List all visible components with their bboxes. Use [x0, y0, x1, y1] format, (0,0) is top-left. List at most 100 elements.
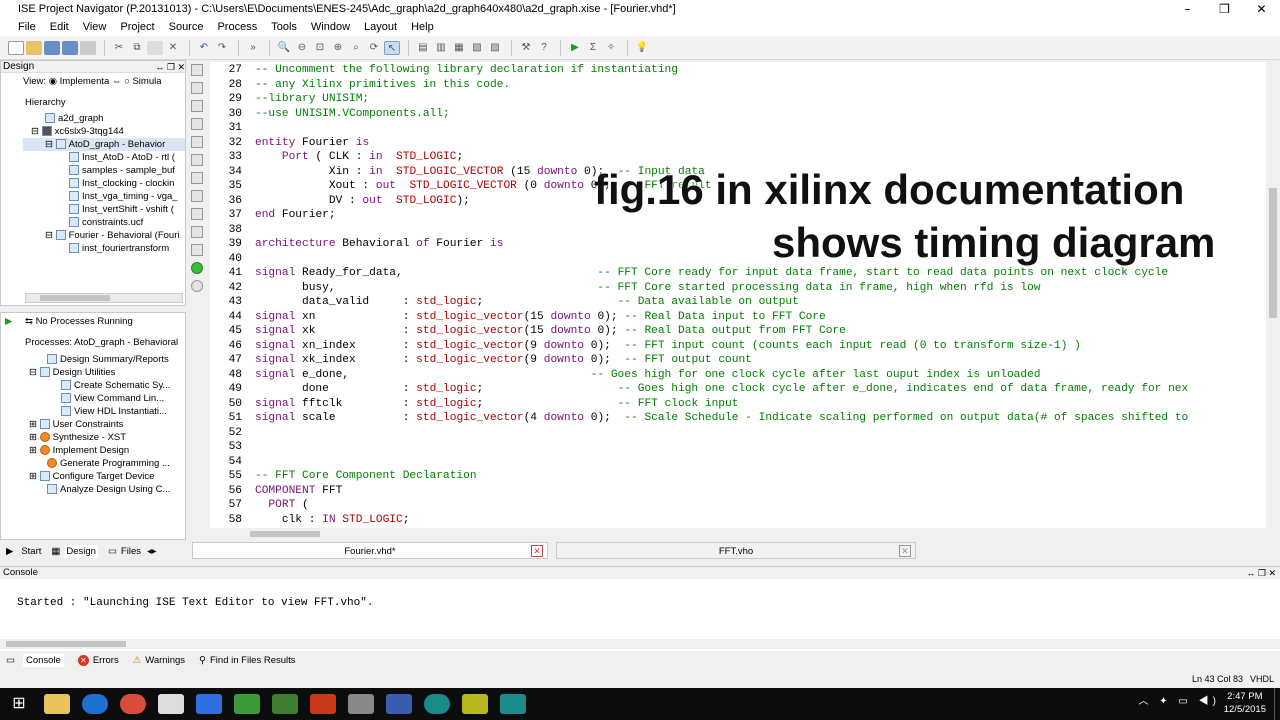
start-icon[interactable]: ⊞ — [6, 694, 32, 714]
layout4-icon[interactable]: ▧ — [469, 41, 485, 55]
probe-icon[interactable]: ✧ — [603, 41, 619, 55]
tab-warnings[interactable]: Warnings — [145, 655, 185, 666]
tab-start[interactable]: Start — [21, 546, 41, 557]
tree-item[interactable]: Inst_AtoD - AtoD - rtl ( — [23, 151, 185, 164]
tab-scroll-icon[interactable]: ◂▸ — [147, 546, 157, 557]
menu-layout[interactable]: Layout — [364, 21, 397, 33]
editor-tool-icon[interactable] — [191, 64, 203, 76]
scrollbar-thumb[interactable] — [40, 295, 110, 301]
tree-item[interactable]: a2d_graph — [23, 112, 185, 125]
code-line[interactable]: signal xn_index : std_logic_vector(9 dow… — [255, 340, 1081, 352]
spreadsheet-icon[interactable] — [234, 694, 260, 714]
copy-icon[interactable]: ⧉ — [129, 41, 145, 55]
refresh-icon[interactable]: ⟳ — [366, 41, 382, 55]
tab-design[interactable]: Design — [64, 544, 98, 558]
code-editor[interactable]: 27 -- Uncomment the following library dec… — [210, 62, 1266, 528]
clock[interactable]: 2:47 PM 12/5/2015 — [1224, 690, 1266, 716]
code-line[interactable]: end Fourier; — [255, 209, 336, 221]
editor-vertical-scrollbar[interactable] — [1266, 62, 1280, 528]
system-tray-icons[interactable]: ︿ ✦ ▭ ◀) — [1139, 692, 1221, 707]
editor-tool-icon[interactable] — [191, 82, 203, 94]
menu-file[interactable]: File — [18, 21, 36, 33]
ise-icon[interactable] — [462, 694, 488, 714]
collapse-icon[interactable]: ⊟ — [31, 126, 39, 137]
zoom-out-icon[interactable]: ⊖ — [294, 41, 310, 55]
dropbox-icon[interactable] — [196, 694, 222, 714]
document-icon[interactable] — [158, 694, 184, 714]
app-icon[interactable] — [500, 694, 526, 714]
process-item[interactable]: Generate Programming ... — [25, 457, 185, 470]
maximize-button[interactable]: ❐ — [1206, 0, 1243, 18]
menu-tools[interactable]: Tools — [271, 21, 297, 33]
editor-tool-icon[interactable] — [191, 226, 203, 238]
scrollbar-thumb[interactable] — [6, 641, 126, 647]
tree-item[interactable]: inst_fouriertransform — [23, 242, 185, 255]
run-icon[interactable]: ▶ — [5, 316, 12, 327]
scrollbar-thumb[interactable] — [1269, 188, 1277, 318]
code-line[interactable]: done : std_logic; -- Goes high one clock… — [255, 383, 1188, 395]
save-all-icon[interactable] — [62, 40, 78, 55]
expand-icon[interactable]: ⊞ — [29, 419, 37, 430]
tab-find-in-files[interactable]: Find in Files Results — [210, 655, 296, 666]
tree-item[interactable]: Inst_vga_timing - vga_ — [23, 190, 185, 203]
lightbulb-icon[interactable]: 💡 — [634, 41, 650, 55]
code-line[interactable]: --use UNISIM.VComponents.all; — [255, 108, 450, 120]
edge-icon[interactable] — [82, 694, 108, 714]
settings-icon[interactable]: ⚒ — [518, 41, 534, 55]
tree-item[interactable]: ⊟ Fourier - Behavioral (Fouri — [23, 229, 185, 242]
process-item[interactable]: ⊞ Configure Target Device — [25, 470, 185, 483]
radio-simulation[interactable]: ○ — [124, 76, 130, 87]
redo-icon[interactable]: ↷ — [214, 41, 230, 55]
editor-horizontal-scrollbar[interactable] — [210, 528, 1266, 540]
layout2-icon[interactable]: ▥ — [433, 41, 449, 55]
process-item[interactable]: View HDL Instantiati... — [25, 405, 185, 418]
process-item[interactable]: Create Schematic Sy... — [25, 379, 185, 392]
save-icon[interactable] — [44, 40, 60, 55]
zoom-in-icon[interactable]: ⊕ — [330, 41, 346, 55]
expand-icon[interactable]: ⊞ — [29, 471, 37, 482]
layout-icon[interactable]: ▤ — [415, 41, 431, 55]
code-line[interactable]: Port ( CLK : in STD_LOGIC; — [255, 151, 463, 163]
editor-tool-icon[interactable] — [191, 172, 203, 184]
code-line[interactable]: -- Uncomment the following library decla… — [255, 64, 678, 76]
code-line[interactable]: DV : out STD_LOGIC); — [255, 195, 470, 207]
tree-item[interactable]: Inst_clocking - clockin — [23, 177, 185, 190]
tab-errors[interactable]: Errors — [93, 655, 119, 666]
run-icon[interactable]: ▶ — [567, 41, 583, 55]
tree-item[interactable]: Inst_vertShift - vshift ( — [23, 203, 185, 216]
design-horizontal-scrollbar[interactable] — [25, 293, 183, 303]
editor-tool-icon[interactable] — [191, 154, 203, 166]
expand-icon[interactable]: ⊞ — [29, 432, 37, 443]
code-line[interactable]: busy, -- FFT Core started processing dat… — [255, 282, 1041, 294]
green-check-icon[interactable] — [191, 262, 203, 274]
zoom-fit-icon[interactable]: ⊡ — [312, 41, 328, 55]
menu-source[interactable]: Source — [169, 21, 204, 33]
tab-console[interactable]: Console — [22, 654, 64, 667]
pointer-icon[interactable]: ↖ — [384, 40, 400, 55]
expand-icon[interactable]: ⊞ — [29, 445, 37, 456]
app-icon[interactable] — [272, 694, 298, 714]
layout3-icon[interactable]: ▦ — [451, 41, 467, 55]
cut-icon[interactable]: ✂ — [111, 41, 127, 55]
panel-controls-icon[interactable]: ↔ ❐ ✕ — [155, 61, 185, 72]
process-item[interactable]: Design Summary/Reports — [25, 353, 185, 366]
code-line[interactable]: signal xn : std_logic_vector(15 downto 0… — [255, 311, 826, 323]
code-line[interactable]: signal xk_index : std_logic_vector(9 dow… — [255, 354, 752, 366]
code-line[interactable]: signal Ready_for_data, -- FFT Core ready… — [255, 267, 1168, 279]
overflow-icon[interactable]: » — [245, 41, 261, 55]
file-explorer-icon[interactable] — [44, 694, 70, 714]
process-item[interactable]: ⊞ Implement Design — [25, 444, 185, 457]
arduino-icon[interactable] — [424, 694, 450, 714]
paste-icon[interactable] — [147, 40, 163, 55]
find-icon[interactable]: ⌕ — [348, 41, 364, 55]
editor-tool-icon[interactable] — [191, 208, 203, 220]
code-line[interactable]: signal xk : std_logic_vector(15 downto 0… — [255, 325, 846, 337]
close-tab-icon[interactable]: ✕ — [899, 545, 911, 557]
new-file-icon[interactable] — [8, 40, 24, 55]
process-item[interactable]: ⊟ Design Utilities — [25, 366, 185, 379]
tree-item[interactable]: samples - sample_buf — [23, 164, 185, 177]
show-desktop-button[interactable] — [1274, 688, 1280, 720]
help-icon[interactable]: ? — [536, 41, 552, 55]
radio-implementation[interactable]: ◉ — [49, 76, 57, 87]
code-line[interactable]: clk : IN STD_LOGIC; — [255, 514, 410, 526]
